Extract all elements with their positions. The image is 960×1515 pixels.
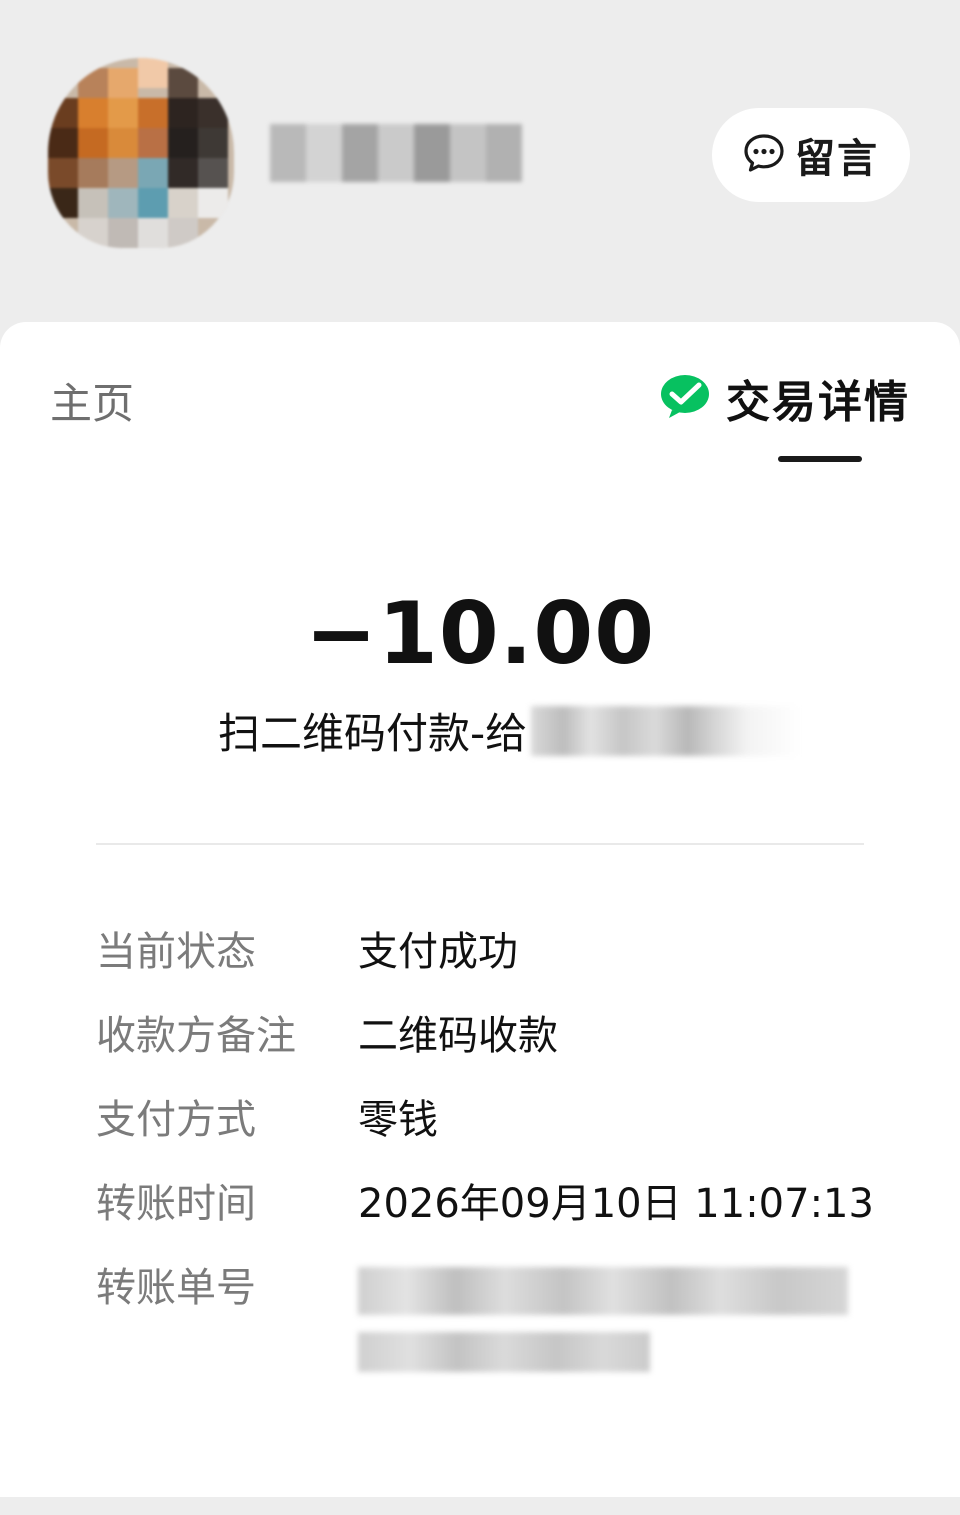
leave-message-label: 留言 xyxy=(795,136,879,182)
leave-message-button[interactable]: 留言 xyxy=(712,108,910,202)
detail-value: 二维码收款 xyxy=(358,1013,558,1059)
avatar[interactable] xyxy=(48,58,234,248)
detail-key: 支付方式 xyxy=(96,1097,256,1143)
transaction-description-text: 扫二维码付款-给 xyxy=(218,709,528,758)
transaction-card: 主页 交易详情 −10.00 扫二维码付款-给 当前状态 支付成功 收款方备注 … xyxy=(0,322,960,1497)
transaction-amount: −10.00 xyxy=(304,584,656,684)
active-tab-indicator xyxy=(778,456,862,462)
tab-transaction-detail-label: 交易详情 xyxy=(726,377,910,428)
profile-header: 留言 xyxy=(0,0,960,330)
chat-bubble-icon xyxy=(743,133,785,177)
detail-key: 收款方备注 xyxy=(96,1013,296,1059)
detail-key: 转账时间 xyxy=(96,1181,256,1227)
detail-key: 当前状态 xyxy=(96,929,256,975)
transaction-description: 扫二维码付款-给 xyxy=(218,700,802,761)
divider xyxy=(96,843,864,845)
tab-transaction-detail[interactable]: 交易详情 xyxy=(658,366,910,430)
bottom-edge xyxy=(0,1497,960,1515)
contact-name-redacted xyxy=(270,124,522,182)
wechat-pay-icon xyxy=(658,372,712,424)
detail-value: 零钱 xyxy=(358,1097,438,1143)
payee-name-redacted xyxy=(531,705,802,756)
detail-value: 2026年09月10日 11:07:13 xyxy=(358,1181,874,1227)
detail-value: 支付成功 xyxy=(358,929,518,975)
transfer-number-redacted-line2[interactable] xyxy=(358,1332,650,1372)
transfer-number-redacted[interactable] xyxy=(358,1267,848,1315)
tab-home[interactable]: 主页 xyxy=(50,370,134,431)
detail-key: 转账单号 xyxy=(96,1265,256,1311)
